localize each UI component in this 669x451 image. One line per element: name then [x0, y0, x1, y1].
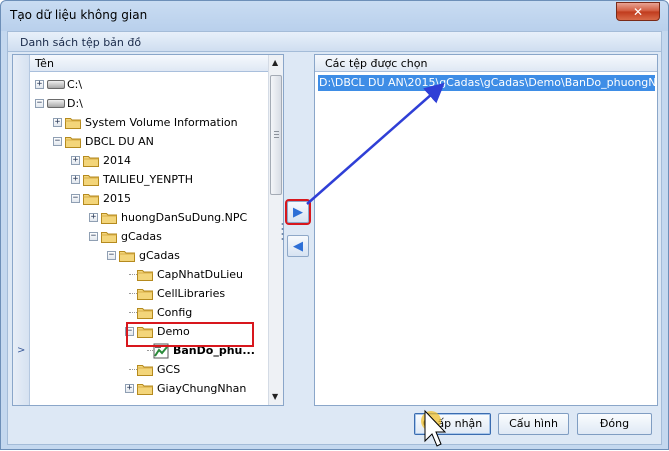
collapse-icon[interactable]: −	[107, 251, 116, 260]
collapse-icon[interactable]: −	[71, 194, 80, 203]
folder-icon	[101, 232, 117, 243]
expand-icon[interactable]: +	[71, 156, 80, 165]
tree-node[interactable]: GCS	[30, 360, 268, 379]
tree-node-label: GCS	[157, 363, 181, 376]
tree-node[interactable]: + TAILIEU_YENPTH	[30, 170, 268, 189]
remove-file-button[interactable]: ◀	[287, 235, 309, 257]
collapse-icon[interactable]: −	[35, 99, 44, 108]
tree-node-label: CellLibraries	[157, 287, 226, 300]
tree-node-label: huongDanSuDung.NPC	[121, 211, 248, 224]
tree-node[interactable]: CellLibraries	[30, 284, 268, 303]
close-window-button[interactable]: ✕	[616, 2, 660, 21]
collapse-icon[interactable]: −	[89, 232, 98, 241]
tree-node-label: gCadas	[139, 249, 180, 262]
drive-icon	[47, 80, 65, 89]
scrollbar-thumb[interactable]	[270, 75, 282, 195]
folder-icon	[83, 156, 99, 167]
close-button[interactable]: Đóng	[577, 413, 652, 435]
tree-node-label: Config	[157, 306, 193, 319]
arrow-right-icon: ▶	[293, 204, 303, 220]
tree-node[interactable]: + GiayChungNhan	[30, 379, 268, 398]
tree-node-label: gCadas	[121, 230, 162, 243]
folder-icon	[137, 308, 153, 319]
drive-icon	[47, 99, 65, 108]
folder-tree: + C:\ − D:\ + System Volume Information − DBCL …	[30, 72, 268, 405]
folder-icon	[83, 175, 99, 186]
tree-column-label: Tên	[35, 57, 54, 70]
selected-file-row[interactable]: D:\DBCL DU AN\2015\gCadas\gCadas\Demo\Ba…	[318, 75, 655, 91]
accept-button[interactable]: Chấp nhận	[414, 413, 491, 435]
tree-node[interactable]: − D:\	[30, 94, 268, 113]
arrow-left-icon: ◀	[293, 238, 303, 254]
add-file-button[interactable]: ▶	[285, 199, 311, 225]
folder-icon	[83, 194, 99, 205]
scroll-down-icon[interactable]: ▼	[272, 392, 278, 401]
folder-icon	[137, 289, 153, 300]
splitter-grip[interactable]	[281, 222, 284, 240]
expand-icon[interactable]: +	[89, 213, 98, 222]
window-title: Tạo dữ liệu không gian	[10, 8, 148, 22]
folder-icon	[119, 251, 135, 262]
config-button-label: Cấu hình	[509, 417, 558, 430]
config-button[interactable]: Cấu hình	[498, 413, 569, 435]
expand-icon[interactable]: +	[35, 80, 44, 89]
selected-files-column-label: Các tệp được chọn	[325, 57, 428, 70]
tree-node-label: System Volume Information	[85, 116, 238, 129]
tree-node[interactable]: Config	[30, 303, 268, 322]
tree-node-label: GiayChungNhan	[157, 382, 247, 395]
tree-column-header[interactable]: Tên	[30, 55, 268, 72]
tree-node-label: CapNhatDuLieu	[157, 268, 244, 281]
folder-icon	[65, 118, 81, 129]
folder-icon	[137, 365, 153, 376]
close-icon: ✕	[632, 4, 644, 19]
group-title: Danh sách tệp bản đồ	[20, 36, 142, 49]
accept-button-label: Chấp nhận	[422, 417, 483, 430]
selected-file-highlight	[126, 322, 254, 347]
tree-node[interactable]: − gCadas	[30, 227, 268, 246]
tree-node[interactable]: + huongDanSuDung.NPC	[30, 208, 268, 227]
tree-node[interactable]: + System Volume Information	[30, 113, 268, 132]
expand-icon[interactable]: +	[125, 384, 134, 393]
selected-files-column-header[interactable]: Các tệp được chọn	[315, 55, 657, 72]
expand-icon[interactable]: +	[71, 175, 80, 184]
current-row-indicator-icon: >	[17, 345, 26, 356]
folder-icon	[101, 213, 117, 224]
selected-files-panel: Các tệp được chọn D:\DBCL DU AN\2015\gCa…	[314, 54, 658, 406]
tree-node[interactable]: CapNhatDuLieu	[30, 265, 268, 284]
folder-icon	[137, 270, 153, 281]
tree-node[interactable]: + C:\	[30, 75, 268, 94]
folder-tree-panel: > Tên + C:\ − D:\ + System Volume Information…	[12, 54, 284, 406]
tree-node-label: DBCL DU AN	[85, 135, 154, 148]
folder-icon	[65, 137, 81, 148]
dialog-client-area: Danh sách tệp bản đồ > Tên + C:\ − D:\ + Syst…	[7, 31, 662, 445]
tree-node[interactable]: − DBCL DU AN	[30, 132, 268, 151]
tree-node-label: D:\	[67, 97, 83, 110]
tree-node[interactable]: − gCadas	[30, 246, 268, 265]
scroll-up-icon[interactable]: ▲	[272, 58, 278, 67]
tree-node-label: 2015	[103, 192, 131, 205]
title-bar[interactable]: Tạo dữ liệu không gian ✕	[1, 1, 668, 31]
tree-node-label: 2014	[103, 154, 131, 167]
group-header: Danh sách tệp bản đồ	[8, 32, 661, 52]
dialog-window: Tạo dữ liệu không gian ✕ Danh sách tệp b…	[0, 0, 669, 450]
tree-node-label: TAILIEU_YENPTH	[103, 173, 194, 186]
expand-icon[interactable]: +	[53, 118, 62, 127]
tree-node[interactable]: +2014	[30, 151, 268, 170]
tree-node[interactable]: − 2015	[30, 189, 268, 208]
row-header-column: >	[13, 55, 30, 405]
close-button-label: Đóng	[599, 417, 630, 430]
folder-icon	[137, 384, 153, 395]
tree-node-label: C:\	[67, 78, 83, 91]
collapse-icon[interactable]: −	[53, 137, 62, 146]
